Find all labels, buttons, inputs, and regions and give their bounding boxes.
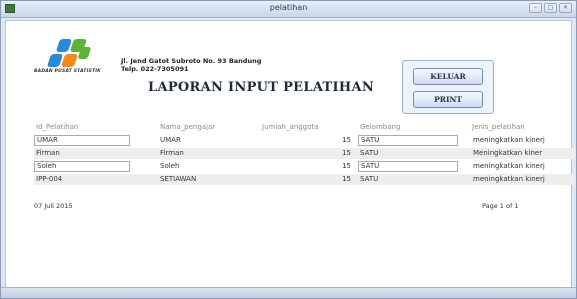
cell-jenis: meningkatkan kinerj: [473, 136, 545, 144]
cell-pengajar: Firman: [160, 149, 184, 157]
cell-id: IPP-004: [36, 175, 63, 183]
cell-id[interactable]: UMAR: [34, 135, 130, 146]
address-line: Jl. Jend Gatot Subroto No. 93 Bandung: [121, 57, 262, 65]
table-row[interactable]: IPP-004 SETIAWAN 15 SATU meningkatkan ki…: [34, 174, 575, 185]
column-header-jenis: Jenis_pelatihan: [472, 123, 525, 131]
cell-jumlah: 15: [342, 175, 351, 183]
phone-line: Telp. 022-7305091: [121, 65, 189, 73]
title-bar[interactable]: pelatihan – □ ✕: [1, 1, 576, 18]
report-title: LAPORAN INPUT PELATIHAN: [148, 80, 375, 95]
cell-id[interactable]: Soleh: [34, 161, 130, 172]
window-controls: – □ ✕: [529, 3, 572, 13]
keluar-button[interactable]: KELUAR: [413, 68, 483, 85]
table-row[interactable]: Firman Firman 15 SATU Meningkatkan kiner: [34, 148, 575, 159]
cell-pengajar: UMAR: [160, 136, 181, 144]
cell-gelombang[interactable]: SATU: [358, 161, 458, 172]
column-header-id: Id_Pelatihan: [36, 123, 79, 131]
cell-jenis: meningkatkan kinerj: [473, 175, 545, 183]
window-title: pelatihan: [269, 3, 308, 12]
column-header-pengajar: Nama_pengajar: [160, 123, 216, 131]
column-header-gelombang: Gelombang: [360, 123, 401, 131]
cell-jenis: meningkatkan kinerj: [473, 162, 545, 170]
report-body: BADAN PUSAT STATISTIK Jl. Jend Gatot Sub…: [5, 20, 575, 288]
table-row[interactable]: UMAR UMAR 15 SATU meningkatkan kinerj: [34, 135, 575, 146]
cell-pengajar: Soleh: [160, 162, 180, 170]
report-date: 07 Juli 2015: [34, 202, 73, 210]
maximize-icon[interactable]: □: [544, 3, 557, 13]
action-panel: KELUAR PRINT: [402, 60, 494, 114]
cell-gelombang[interactable]: SATU: [358, 135, 458, 146]
print-button[interactable]: PRINT: [413, 91, 483, 108]
cell-jenis: Meningkatkan kiner: [473, 149, 543, 157]
cell-jumlah: 15: [342, 162, 351, 170]
org-name: BADAN PUSAT STATISTIK: [34, 69, 101, 74]
page-number: Page 1 of 1: [482, 202, 519, 210]
status-bar: [1, 287, 576, 298]
close-icon[interactable]: ✕: [559, 3, 572, 13]
minimize-icon[interactable]: –: [529, 3, 542, 13]
report-window: pelatihan – □ ✕ BADAN PUSAT STATISTIK Jl…: [0, 0, 577, 299]
cell-jumlah: 15: [342, 149, 351, 157]
cell-pengajar: SETIAWAN: [160, 175, 197, 183]
table-row[interactable]: Soleh Soleh 15 SATU meningkatkan kinerj: [34, 161, 575, 172]
cell-id: Firman: [36, 149, 60, 157]
address-block: Jl. Jend Gatot Subroto No. 93 Bandung Te…: [121, 57, 261, 73]
cell-gelombang: SATU: [360, 149, 379, 157]
cell-gelombang: SATU: [360, 175, 379, 183]
column-header-jumlah: Jumlah_anggota: [262, 123, 319, 131]
cell-jumlah: 15: [342, 136, 351, 144]
